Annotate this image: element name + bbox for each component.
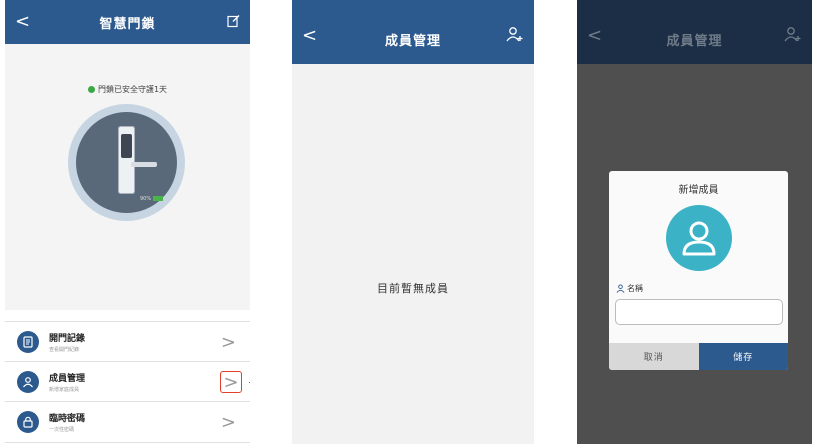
empty-state-message: 目前暫無成員: [377, 282, 449, 295]
lock-status-text: 門鎖已安全守護1天: [97, 85, 168, 94]
top-bar: < 智慧門鎖: [5, 0, 250, 44]
avatar-user-icon[interactable]: [666, 205, 732, 271]
chevron-right-icon: >: [220, 331, 236, 353]
add-member-dialog: 新增成員 名稱 取消 儲存: [609, 171, 788, 370]
add-member-screen: < 成員管理 新增成員 名稱 取消 儲存: [577, 0, 812, 444]
lock-handle-icon: [131, 162, 157, 167]
member-management-screen: < 成員管理 目前暫無成員: [292, 0, 534, 444]
chevron-right-icon: >: [220, 411, 236, 433]
keypad-icon: [121, 134, 132, 158]
lock-home-screen: < 智慧門鎖 門鎖已安全守護1天 90% 開門記錄查看開門紀錄 > 成員管理新增…: [5, 0, 250, 444]
name-label-text: 名稱: [627, 284, 643, 293]
menu-item-title: 開門記錄: [49, 334, 86, 344]
dialog-buttons: 取消 儲存: [609, 343, 788, 370]
name-label: 名稱: [616, 283, 643, 294]
door-lock-icon: [118, 126, 135, 194]
top-bar: < 成員管理: [577, 0, 812, 64]
name-input[interactable]: [615, 299, 783, 325]
menu-item-temporary-password[interactable]: 臨時密碼一次性密碼 >: [5, 401, 250, 443]
user-icon: [616, 284, 625, 293]
edit-icon[interactable]: [227, 13, 240, 32]
battery-level: 90%: [140, 196, 152, 202]
back-button: <: [587, 24, 603, 46]
lock-panel: 門鎖已安全守護1天 90%: [5, 44, 250, 310]
cancel-button[interactable]: 取消: [609, 343, 699, 370]
menu-item-subtitle: 查看開門紀錄: [49, 347, 80, 353]
menu-item-title: 臨時密碼: [49, 414, 86, 424]
status-ok-icon: [87, 86, 95, 93]
menu-item-title: 成員管理: [49, 374, 86, 384]
records-icon: [17, 331, 39, 353]
page-title: 成員管理: [384, 33, 441, 49]
dialog-title: 新增成員: [678, 185, 719, 196]
lock-disc: 90%: [76, 112, 177, 213]
lock-icon: [17, 411, 39, 433]
page-title: 成員管理: [666, 33, 723, 49]
back-button[interactable]: <: [15, 13, 30, 31]
menu-item-unlock-records[interactable]: 開門記錄查看開門紀錄 >: [5, 321, 250, 362]
back-button[interactable]: <: [302, 26, 317, 45]
highlighted-chevron-right-icon[interactable]: >: [220, 371, 242, 393]
lock-status: 門鎖已安全守護1天: [5, 84, 250, 95]
lock-illustration: 90%: [68, 104, 185, 221]
battery-icon: [153, 196, 164, 201]
add-user-icon: [784, 26, 802, 46]
page-title: 智慧門鎖: [99, 16, 156, 32]
menu-item-subtitle: 新增家庭成員: [49, 387, 80, 393]
battery-indicator: 90%: [140, 196, 164, 202]
user-icon: [17, 371, 39, 393]
save-button[interactable]: 儲存: [698, 343, 788, 370]
add-user-icon[interactable]: [506, 26, 524, 46]
menu-item-subtitle: 一次性密碼: [49, 427, 75, 433]
menu-item-member-management[interactable]: 成員管理新增家庭成員 >: [5, 361, 250, 402]
callout-line: [249, 382, 250, 383]
top-bar: < 成員管理: [292, 0, 534, 64]
